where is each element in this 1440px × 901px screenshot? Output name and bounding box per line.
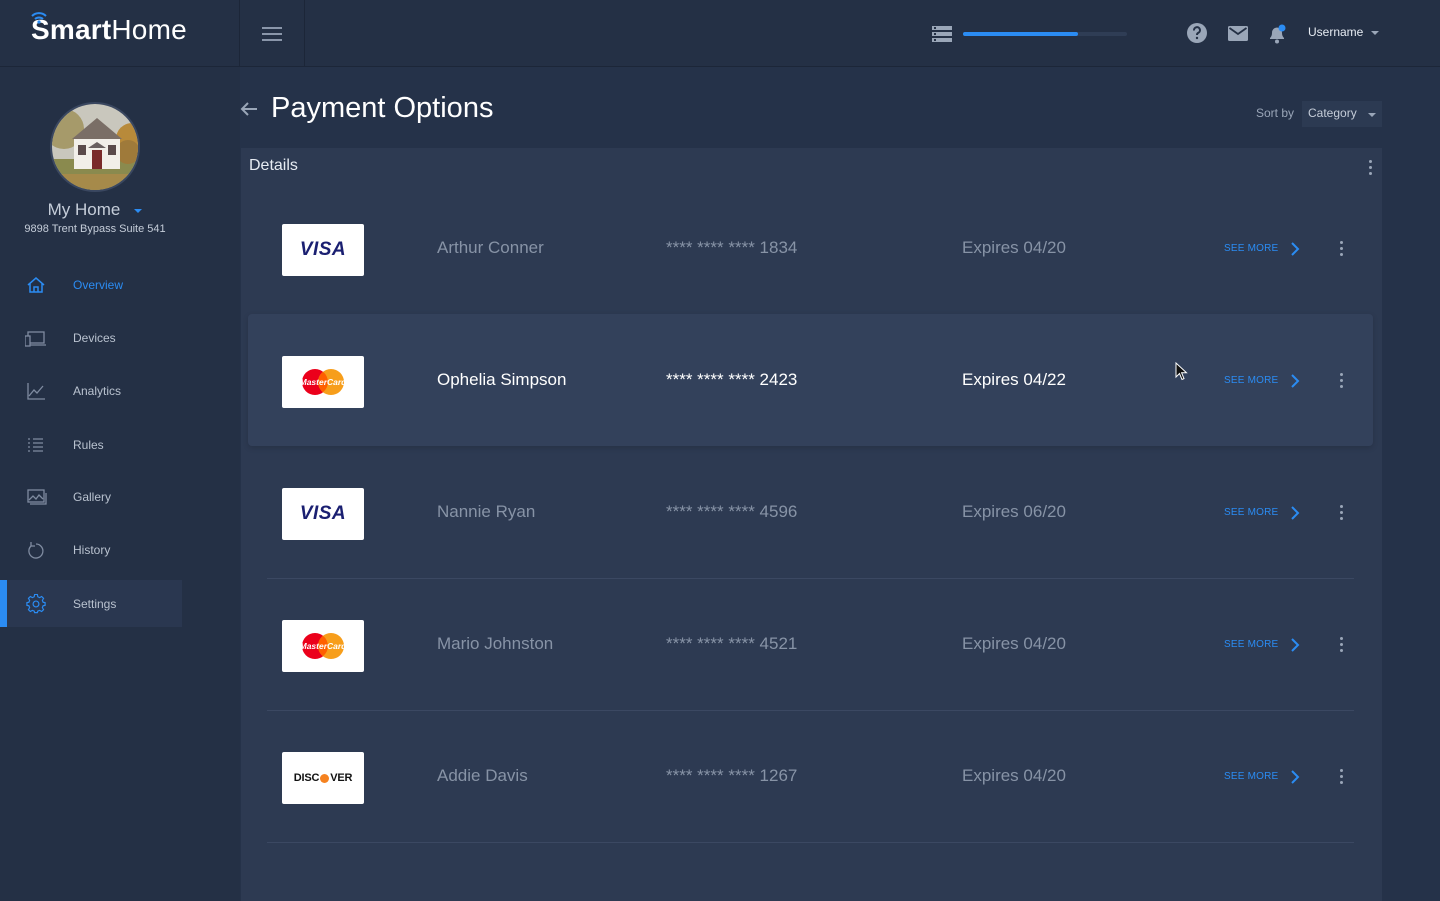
discover-logo: DISC VER: [282, 752, 364, 804]
home-icon: [27, 277, 45, 293]
user-menu[interactable]: Username: [1308, 25, 1380, 39]
house-picture: [52, 104, 138, 190]
card-holder: Nannie Ryan: [437, 502, 536, 521]
mouse-cursor-icon: [1175, 362, 1188, 381]
top-bar: SmartHome Username: [0, 0, 1440, 67]
gear-icon: [26, 594, 46, 614]
mastercard-logo: MasterCard: [282, 620, 364, 672]
chevron-right-icon[interactable]: [1290, 373, 1300, 389]
help-icon[interactable]: [1187, 23, 1207, 43]
sidebar-item-label: Overview: [73, 278, 124, 292]
sort-select[interactable]: Category: [1302, 101, 1382, 127]
card-number: **** **** **** 4521: [666, 634, 798, 653]
devices-icon: [25, 331, 46, 347]
see-more-link[interactable]: SEE MORE: [1224, 507, 1278, 518]
sidebar-item-settings[interactable]: Settings: [0, 580, 182, 627]
sidebar-item-label: Gallery: [73, 490, 112, 504]
visa-logo: VISA: [282, 224, 364, 276]
visa-logo: VISA: [282, 488, 364, 540]
card-number: **** **** **** 1267: [666, 766, 798, 785]
payment-row[interactable]: MasterCard Mario Johnston **** **** ****…: [248, 578, 1373, 710]
payment-row[interactable]: MasterCard Ophelia Simpson **** **** ***…: [248, 314, 1373, 446]
card-title: Details: [249, 157, 298, 174]
progress-fill: [963, 32, 1078, 36]
chevron-right-icon[interactable]: [1290, 637, 1300, 653]
sidebar-item-label: Devices: [73, 331, 116, 345]
more-vert-icon[interactable]: [1336, 373, 1346, 391]
card-holder: Arthur Conner: [437, 238, 544, 257]
chevron-right-icon[interactable]: [1290, 241, 1300, 257]
see-more-link[interactable]: SEE MORE: [1224, 243, 1278, 254]
card-number: **** **** **** 1834: [666, 238, 798, 257]
row-divider: [267, 842, 1354, 843]
payment-row[interactable]: DISC VER Addie Davis **** **** **** 1267 …: [248, 710, 1373, 842]
wifi-icon: [31, 12, 47, 24]
sidebar-item-label: Rules: [73, 438, 104, 452]
card-number: **** **** **** 2423: [666, 370, 798, 389]
page-title: Payment Options: [271, 92, 494, 124]
sidebar-item-label: Settings: [73, 597, 117, 611]
sidebar-item-devices[interactable]: Devices: [0, 314, 182, 361]
chevron-down-icon: [1371, 30, 1380, 35]
payment-details-card: Details VISA Arthur Conner **** **** ***…: [241, 148, 1382, 901]
svg-text:MasterCard: MasterCard: [300, 641, 347, 651]
payment-row[interactable]: VISA Nannie Ryan **** **** **** 4596 Exp…: [248, 446, 1373, 578]
progress-track: [963, 32, 1127, 36]
payment-row[interactable]: VISA Arthur Conner **** **** **** 1834 E…: [248, 182, 1373, 314]
more-vert-icon[interactable]: [1336, 769, 1346, 787]
username-label: Username: [1308, 25, 1364, 39]
card-expiry: Expires 04/20: [962, 238, 1066, 257]
card-expiry: Expires 06/20: [962, 502, 1066, 521]
card-expiry: Expires 04/20: [962, 766, 1066, 785]
more-vert-icon[interactable]: [1365, 160, 1375, 178]
see-more-link[interactable]: SEE MORE: [1224, 771, 1278, 782]
progress-indicator: [932, 24, 1132, 44]
divider: [239, 0, 240, 67]
card-holder: Addie Davis: [437, 766, 528, 785]
sort-label: Sort by: [1256, 106, 1295, 120]
mastercard-logo: MasterCard: [282, 356, 364, 408]
sidebar-item-label: Analytics: [73, 384, 122, 398]
back-arrow-icon[interactable]: [238, 98, 260, 120]
more-vert-icon[interactable]: [1336, 637, 1346, 655]
divider: [304, 0, 305, 67]
card-expiry: Expires 04/20: [962, 634, 1066, 653]
list-icon: [932, 26, 952, 42]
card-holder: Ophelia Simpson: [437, 370, 567, 389]
see-more-link[interactable]: SEE MORE: [1224, 639, 1278, 650]
brand-logo[interactable]: SmartHome: [31, 12, 187, 50]
rules-icon: [28, 438, 43, 452]
home-address: 9898 Trent Bypass Suite 541: [24, 223, 166, 235]
svg-text:MasterCard: MasterCard: [300, 377, 347, 387]
sidebar-item-label: History: [73, 543, 111, 557]
card-expiry: Expires 04/22: [962, 370, 1066, 389]
home-name: My Home: [47, 200, 121, 219]
card-number: **** **** **** 4596: [666, 502, 798, 521]
mail-icon[interactable]: [1228, 26, 1248, 41]
sidebar: My Home 9898 Trent Bypass Suite 541 Over…: [0, 67, 240, 901]
sidebar-item-history[interactable]: History: [0, 526, 182, 573]
chevron-down-icon: [1368, 113, 1376, 117]
sidebar-item-overview[interactable]: Overview: [0, 261, 182, 308]
history-icon: [28, 542, 44, 559]
menu-icon[interactable]: [262, 27, 282, 41]
bell-icon[interactable]: [1267, 24, 1287, 44]
sidebar-item-gallery[interactable]: Gallery: [0, 473, 182, 520]
more-vert-icon[interactable]: [1336, 505, 1346, 523]
chevron-down-icon: [134, 208, 143, 213]
chevron-right-icon[interactable]: [1290, 505, 1300, 521]
gallery-icon: [27, 489, 47, 505]
chevron-right-icon[interactable]: [1290, 769, 1300, 785]
card-holder: Mario Johnston: [437, 634, 554, 653]
analytics-icon: [27, 383, 45, 400]
more-vert-icon[interactable]: [1336, 241, 1346, 259]
sidebar-item-rules[interactable]: Rules: [0, 421, 182, 468]
sort-value: Category: [1308, 106, 1357, 120]
brand-name-light: Home: [111, 14, 187, 45]
see-more-link[interactable]: SEE MORE: [1224, 375, 1278, 386]
home-selector[interactable]: My Home: [0, 200, 190, 220]
home-avatar[interactable]: [50, 102, 140, 192]
sidebar-item-analytics[interactable]: Analytics: [0, 367, 182, 414]
